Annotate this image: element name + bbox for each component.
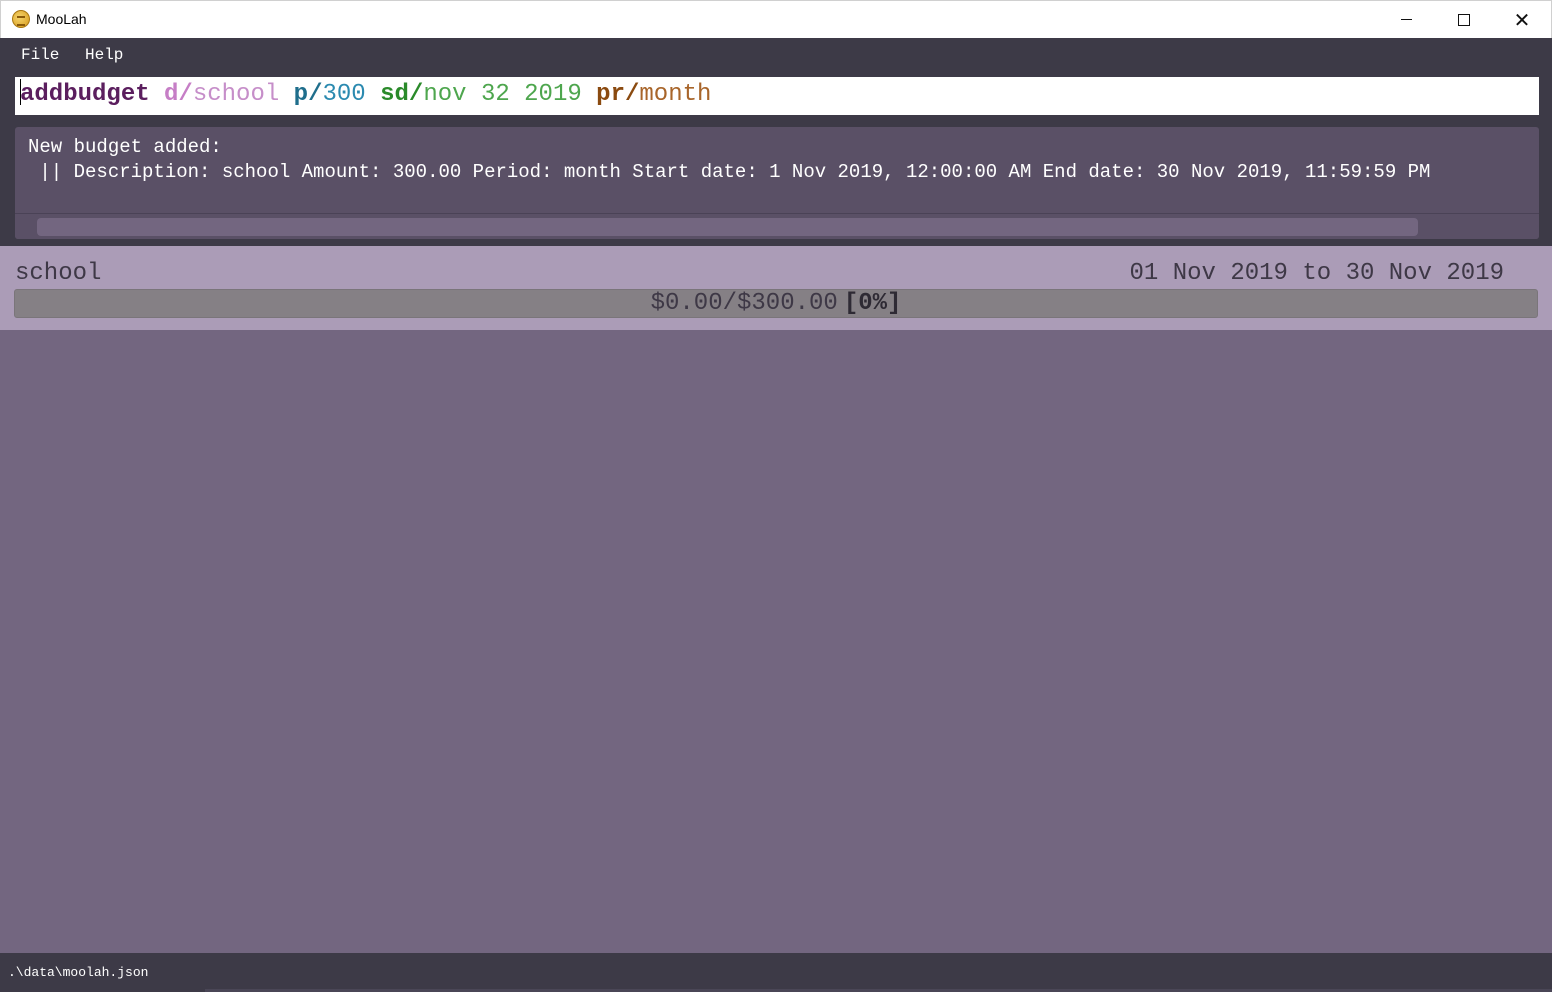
start-date-prefix: sd/: [380, 81, 424, 108]
result-display[interactable]: New budget added: || Description: school…: [15, 127, 1539, 239]
progress-percent: [0%]: [843, 290, 902, 317]
description-prefix: d/: [164, 81, 193, 108]
scrollbar-thumb[interactable]: [37, 218, 1418, 236]
period-value: month: [639, 81, 712, 108]
horizontal-scrollbar[interactable]: [15, 213, 1539, 239]
result-line-1: New budget added:: [28, 136, 222, 158]
command-area: addbudget d/school p/300 sd/nov 32 2019 …: [0, 71, 1552, 119]
budget-dates: 01 Nov 2019 to 30 Nov 2019: [1129, 260, 1504, 287]
result-panel: New budget added: || Description: school…: [0, 119, 1552, 246]
price-prefix: p/: [293, 81, 323, 108]
minimize-icon: [1400, 19, 1412, 20]
description-value: school: [192, 81, 280, 108]
title-bar: MooLah ✕: [0, 0, 1552, 38]
budget-progress-bar: $0.00/$300.00 [0%]: [14, 289, 1538, 318]
storage-file-path: .\data\moolah.json: [8, 965, 149, 980]
close-button[interactable]: ✕: [1493, 1, 1551, 38]
status-bar: .\data\moolah.json: [0, 953, 1552, 992]
moolah-coin-icon: [12, 10, 30, 28]
maximize-icon: [1458, 13, 1470, 26]
menu-bar: File Help: [0, 38, 1552, 71]
progress-amount: $0.00/$300.00: [650, 290, 838, 317]
start-date-value: nov 32 2019: [423, 81, 582, 108]
command-input[interactable]: addbudget d/school p/300 sd/nov 32 2019 …: [15, 77, 1539, 115]
budget-card[interactable]: school 01 Nov 2019 to 30 Nov 2019 $0.00/…: [0, 246, 1552, 330]
menu-file[interactable]: File: [21, 46, 59, 64]
result-line-2: || Description: school Amount: 300.00 Pe…: [28, 161, 1431, 183]
budget-description: school: [15, 260, 102, 287]
command-token: addbudget: [20, 81, 150, 108]
period-prefix: pr/: [596, 81, 640, 108]
minimize-button[interactable]: [1377, 1, 1435, 38]
price-value: 300: [322, 81, 366, 108]
close-icon: ✕: [1513, 7, 1531, 32]
progress-label: $0.00/$300.00 [0%]: [15, 290, 1537, 317]
menu-help[interactable]: Help: [85, 46, 123, 64]
window-title: MooLah: [36, 11, 87, 27]
maximize-button[interactable]: [1435, 1, 1493, 38]
